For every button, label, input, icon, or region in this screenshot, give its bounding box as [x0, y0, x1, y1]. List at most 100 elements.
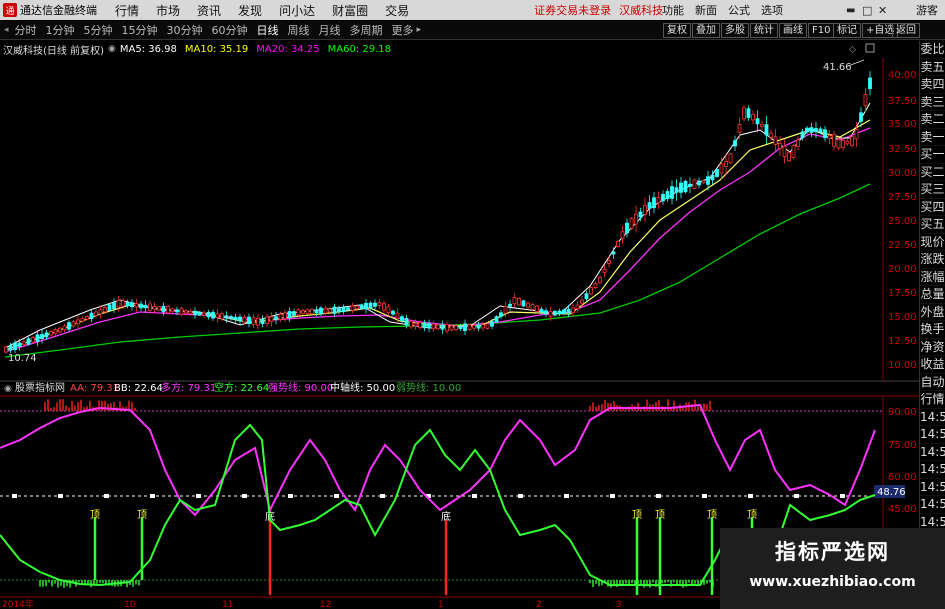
candle	[431, 320, 436, 332]
sidebar-item[interactable]: 14:50	[920, 496, 945, 514]
indicator-header: ◉ 股票指标网 AA: 79.31 BB: 22.64 多方: 79.31 空方…	[4, 381, 461, 394]
sidebar-item[interactable]: 卖一	[920, 129, 945, 146]
sidebar-item[interactable]: 14:50	[920, 409, 945, 426]
sidebar-item[interactable]: 买五	[920, 216, 945, 234]
sidebar-item[interactable]: 14:50	[920, 461, 945, 479]
sidebar-item[interactable]: 换手	[920, 321, 945, 339]
midline-dot	[472, 494, 477, 498]
candle	[760, 120, 764, 130]
sidebar-item[interactable]: 涨跌	[920, 251, 945, 269]
candle	[647, 195, 652, 216]
chart-expand-icon[interactable]	[865, 43, 875, 53]
candle	[139, 300, 143, 312]
sidebar-item[interactable]: 外盘	[920, 304, 945, 321]
sidebar-item[interactable]: 14:50	[920, 426, 945, 444]
sidebar-item[interactable]: 委比	[920, 41, 945, 59]
sidebar-item[interactable]: 买三	[920, 181, 945, 199]
watermark: 指标严选网 www.xuezhibiao.com	[720, 528, 945, 609]
sidebar-item[interactable]: 14:50	[920, 479, 945, 496]
candle	[107, 303, 112, 313]
level-label: 90.00	[888, 407, 917, 418]
candle	[796, 135, 800, 151]
candle	[728, 152, 733, 164]
sidebar-item[interactable]: 现价	[920, 234, 945, 251]
low-price-marker: 10.74	[8, 353, 37, 364]
signal-markers: 顶 顶 底 底 顶 顶 顶 顶	[90, 509, 757, 595]
candle	[193, 307, 197, 319]
sidebar-item[interactable]: 总量	[920, 286, 945, 304]
price-label: 12.50	[888, 336, 917, 347]
candle	[76, 315, 80, 328]
candle	[386, 304, 391, 316]
candle	[440, 320, 445, 334]
candle	[391, 309, 395, 316]
candle	[179, 306, 184, 317]
candle	[526, 301, 530, 310]
midline-dot	[518, 494, 523, 498]
candle	[301, 308, 305, 316]
candles-group	[4, 71, 872, 354]
candle	[382, 300, 386, 313]
midline-dot	[150, 494, 155, 498]
date-label: 11	[222, 600, 233, 609]
indicator-settings-icon[interactable]: ◉	[4, 384, 12, 394]
watermark-url: www.xuezhibiao.com	[749, 574, 916, 590]
candle	[665, 188, 670, 202]
candle	[674, 179, 679, 201]
stock-chart[interactable]: 40.00 37.50 35.00 32.50 30.00 27.50 25.0…	[0, 0, 919, 609]
candle	[557, 308, 562, 317]
candle	[287, 307, 292, 322]
midline-dot	[702, 494, 707, 498]
candle	[773, 129, 778, 152]
bear-value: 空方: 22.64	[214, 381, 269, 394]
candle	[512, 293, 517, 308]
top-signal-label: 顶	[632, 509, 642, 521]
candle	[233, 313, 238, 323]
watermark-title: 指标严选网	[775, 540, 890, 564]
price-label: 32.50	[888, 144, 917, 155]
sidebar-item[interactable]: 卖四	[920, 76, 945, 94]
candlestick-pane[interactable]: 40.00 37.50 35.00 32.50 30.00 27.50 25.0…	[4, 43, 917, 380]
high-price-marker: 41.66	[823, 62, 852, 73]
candle	[449, 324, 454, 332]
candle	[823, 126, 827, 142]
candle	[715, 168, 719, 178]
candle	[746, 105, 751, 121]
candle	[332, 303, 337, 317]
sidebar-item[interactable]: 14:50	[920, 444, 945, 461]
candle	[481, 321, 485, 332]
candle	[283, 309, 287, 322]
sidebar-item[interactable]: 行情	[920, 391, 945, 409]
candle	[751, 110, 755, 125]
sidebar-item[interactable]: 买一	[920, 146, 945, 164]
price-label: 35.00	[888, 119, 917, 130]
sidebar-item[interactable]: 自动	[920, 374, 945, 391]
guest-label[interactable]: 游客	[916, 2, 938, 18]
candle	[494, 315, 499, 324]
sidebar-item[interactable]: 卖五	[920, 59, 945, 76]
date-label: 2014年	[2, 598, 34, 609]
price-label: 25.00	[888, 216, 917, 227]
sidebar-item[interactable]: 净资	[920, 339, 945, 356]
candle	[544, 307, 548, 318]
candle	[67, 320, 71, 332]
sidebar-item[interactable]: 卖三	[920, 94, 945, 111]
candle	[373, 299, 377, 311]
candle	[535, 304, 539, 313]
sidebar-item[interactable]: 收益	[920, 356, 945, 374]
candle	[422, 319, 427, 332]
candle	[112, 298, 116, 314]
candle	[625, 218, 629, 238]
date-label: 3	[616, 600, 622, 609]
sidebar-item[interactable]: 买二	[920, 164, 945, 181]
midline-dot	[58, 494, 63, 498]
candle	[71, 319, 76, 329]
candle	[206, 309, 211, 320]
candle	[733, 135, 737, 152]
sidebar-item[interactable]: 买四	[920, 199, 945, 216]
sidebar-item[interactable]: 涨幅	[920, 269, 945, 286]
diamond-icon[interactable]: ◇	[849, 45, 856, 55]
candle	[359, 303, 364, 310]
candle	[467, 323, 472, 331]
sidebar-item[interactable]: 卖二	[920, 111, 945, 129]
